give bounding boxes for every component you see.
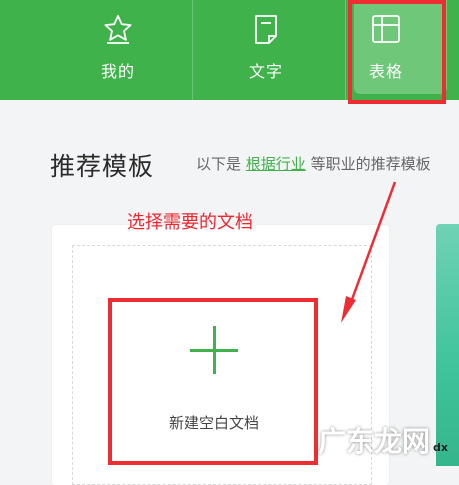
watermark-logo: 广东龙网 dx — [318, 420, 448, 460]
watermark-suffix: dx — [433, 441, 448, 454]
watermark-text: 广东龙网 — [318, 425, 431, 458]
annotation-arrow-icon — [341, 181, 397, 323]
